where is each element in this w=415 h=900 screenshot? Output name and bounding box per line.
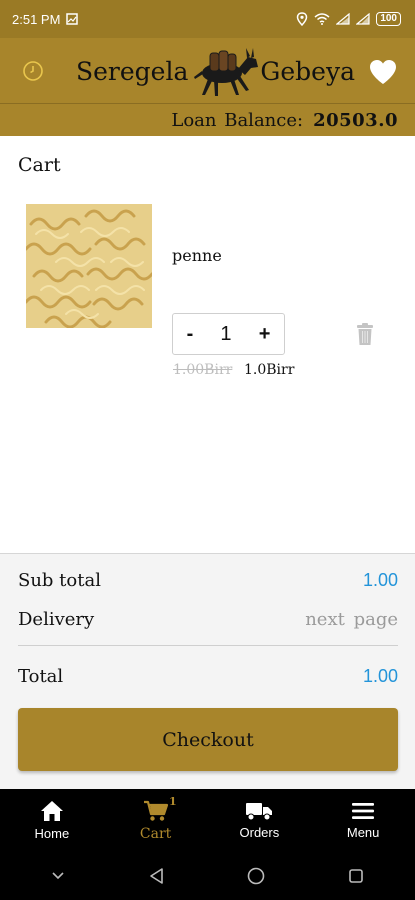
- summary-divider: [18, 645, 398, 646]
- signal-icon-2: [356, 13, 370, 25]
- chevron-down-icon[interactable]: [51, 871, 65, 881]
- donkey-logo-icon: [194, 48, 259, 96]
- status-bar: 2:51 PM 100: [0, 0, 415, 38]
- subtotal-value: 1.00: [362, 570, 398, 590]
- delivery-row: Delivery next page: [18, 609, 398, 630]
- brand-logo: Seregela Gebeya: [76, 48, 355, 96]
- order-summary: Sub total 1.00 Delivery next page Total …: [0, 553, 415, 789]
- quantity-value: 1: [220, 322, 232, 345]
- delivery-label: Delivery: [18, 609, 95, 630]
- system-nav-bar: [0, 852, 415, 900]
- checkout-button[interactable]: Checkout: [18, 708, 398, 771]
- total-value: 1.00: [362, 666, 398, 686]
- image-notification-icon: [66, 13, 79, 25]
- recents-icon[interactable]: [348, 868, 364, 884]
- item-price: 1.0Birr: [244, 362, 295, 378]
- original-price: 1.00Birr: [173, 362, 233, 378]
- favorites-heart-icon[interactable]: [368, 58, 398, 86]
- cart-icon: [143, 800, 168, 821]
- bottom-nav: Home 1 Cart Orders Menu: [0, 789, 415, 852]
- home-circle-icon[interactable]: [247, 867, 265, 885]
- loan-balance-bar: Loan Balance: 20503.0: [0, 103, 415, 136]
- truck-icon: [246, 803, 273, 821]
- nav-item-menu[interactable]: Menu: [311, 789, 415, 852]
- nav-item-cart[interactable]: 1 Cart: [104, 789, 208, 852]
- delete-trash-icon[interactable]: [356, 322, 374, 346]
- wifi-icon: [314, 13, 330, 25]
- decrease-quantity-button[interactable]: -: [187, 323, 194, 346]
- subtotal-row: Sub total 1.00: [18, 570, 398, 591]
- product-name: penne: [172, 246, 222, 265]
- nav-label-orders: Orders: [239, 825, 280, 840]
- subtotal-label: Sub total: [18, 570, 101, 591]
- menu-icon: [352, 803, 375, 819]
- quantity-stepper: - 1 +: [172, 313, 285, 355]
- increase-quantity-button[interactable]: +: [259, 323, 271, 346]
- product-image[interactable]: [26, 204, 152, 328]
- clock-icon[interactable]: [21, 59, 45, 83]
- nav-label-cart: Cart: [139, 825, 172, 842]
- signal-icon: [336, 13, 350, 25]
- loan-balance-label: Loan Balance:: [171, 109, 304, 131]
- back-icon[interactable]: [148, 867, 164, 885]
- brand-word-right: Gebeya: [260, 56, 355, 86]
- total-row: Total 1.00: [18, 666, 398, 687]
- location-icon: [297, 12, 308, 26]
- total-label: Total: [18, 666, 64, 687]
- page-title: Cart: [18, 154, 61, 176]
- cart-count-badge: 1: [168, 794, 177, 808]
- battery-indicator: 100: [376, 12, 401, 26]
- nav-label-home: Home: [34, 826, 70, 841]
- pasta-image: [26, 204, 152, 328]
- nav-label-menu: Menu: [346, 825, 380, 840]
- loan-balance-value: 20503.0: [313, 109, 398, 131]
- home-icon: [40, 801, 63, 821]
- status-time: 2:51 PM: [12, 11, 61, 27]
- app-header: Seregela Gebeya: [0, 38, 415, 103]
- brand-word-left: Seregela: [76, 56, 189, 86]
- delivery-value: next page: [305, 609, 398, 630]
- nav-item-orders[interactable]: Orders: [208, 789, 312, 852]
- nav-item-home[interactable]: Home: [0, 789, 104, 852]
